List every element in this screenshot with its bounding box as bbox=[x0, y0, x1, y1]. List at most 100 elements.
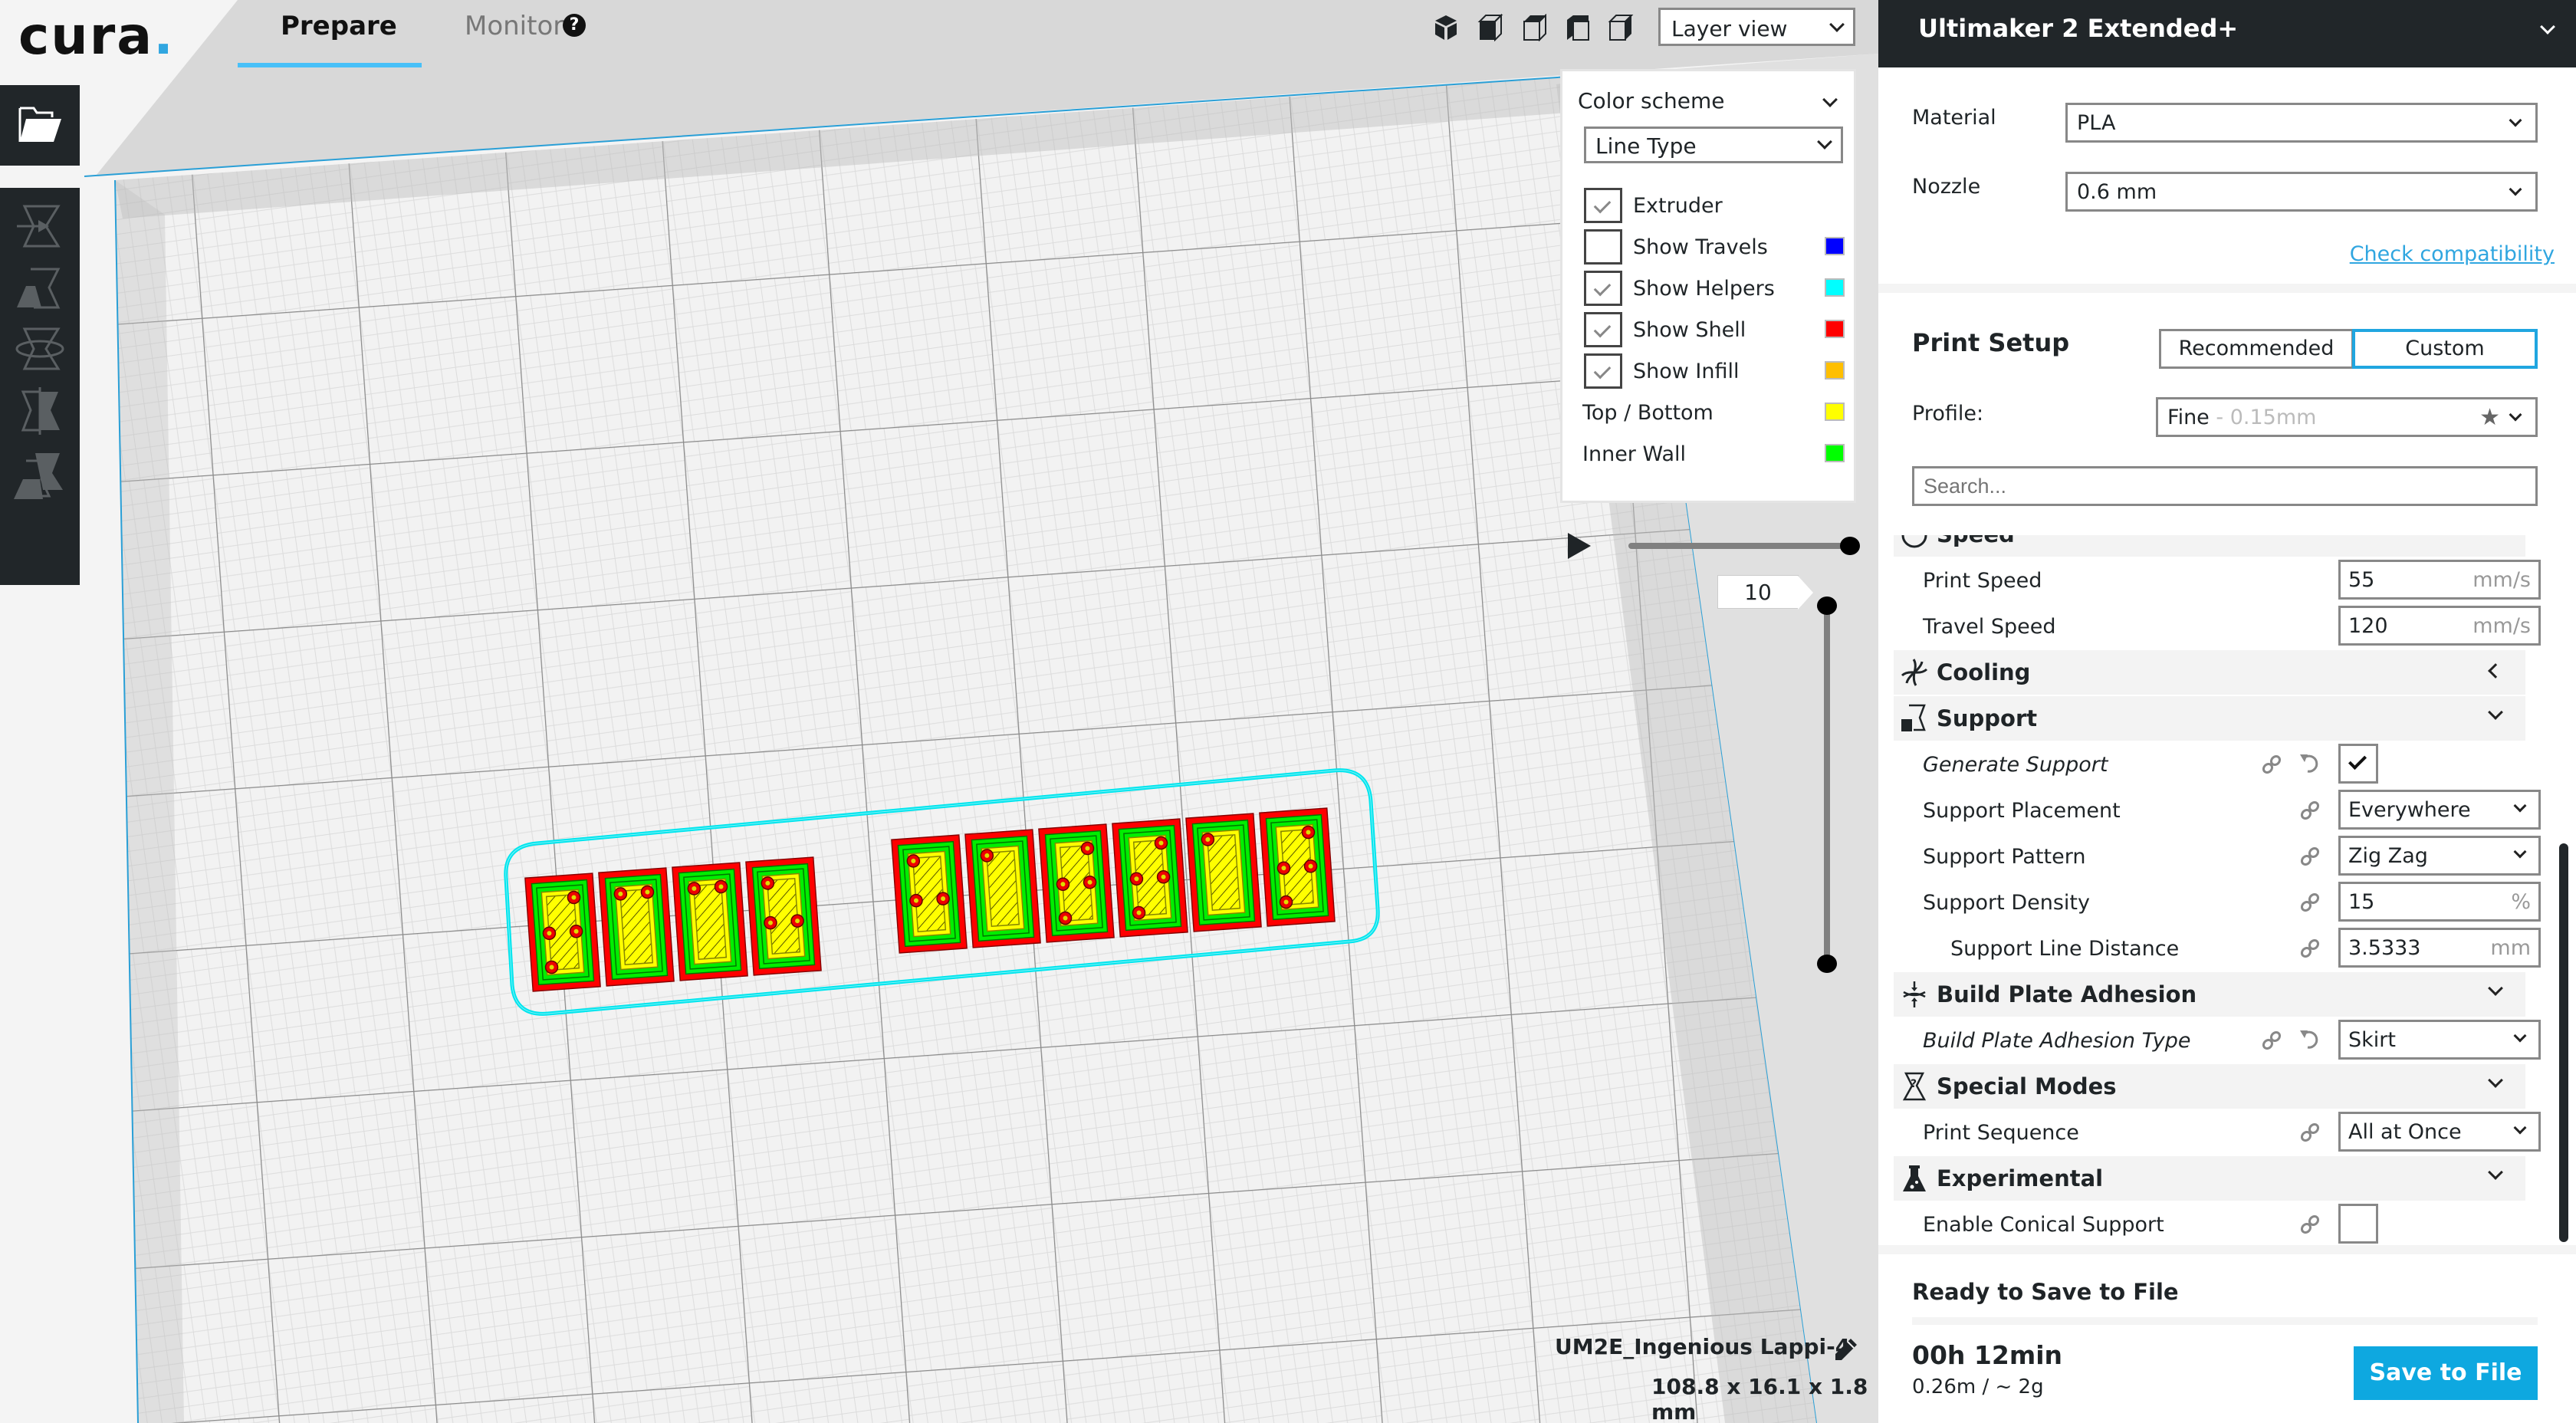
path-slider-handle[interactable] bbox=[1840, 537, 1860, 555]
setting-travel-speed: Travel Speed 120 mm/s bbox=[1894, 604, 2541, 649]
generate-support-checkbox[interactable] bbox=[2338, 744, 2378, 784]
layer-view-legend: Color scheme Line Type Extruder Show Trav… bbox=[1560, 69, 1856, 503]
category-support[interactable]: Support bbox=[1894, 696, 2525, 741]
chevron-down-icon bbox=[2513, 799, 2527, 813]
legend-item-extruder[interactable]: Extruder bbox=[1584, 186, 1845, 225]
settings-list: Speed Print Speed 55mm/s Travel Speed 12… bbox=[1878, 535, 2576, 1244]
layer-slider-lower-handle[interactable] bbox=[1817, 955, 1837, 973]
current-layer-input[interactable]: 10 bbox=[1717, 575, 1813, 610]
travel-speed-input[interactable]: 120 mm/s bbox=[2338, 606, 2541, 646]
collapse-legend-chevron-icon[interactable] bbox=[1822, 92, 1838, 107]
printer-selector[interactable]: Ultimaker 2 Extended+ bbox=[1878, 0, 2576, 67]
show-travels-checkbox[interactable] bbox=[1584, 229, 1622, 265]
link-icon[interactable] bbox=[2298, 1213, 2321, 1236]
printed-part bbox=[1185, 813, 1262, 932]
divider bbox=[1912, 1317, 2538, 1325]
3d-view-icon[interactable] bbox=[1432, 14, 1460, 41]
mirror-tool-icon[interactable] bbox=[12, 384, 67, 439]
support-density-input[interactable]: 15% bbox=[2338, 882, 2541, 922]
category-experimental[interactable]: Experimental bbox=[1894, 1156, 2525, 1201]
show-helpers-checkbox[interactable] bbox=[1584, 271, 1622, 306]
divider bbox=[1878, 1245, 2576, 1254]
edit-pencil-icon[interactable] bbox=[1832, 1337, 1858, 1363]
material-dropdown[interactable]: PLA bbox=[2065, 103, 2538, 143]
speed-icon bbox=[1901, 535, 1927, 548]
category-special-modes[interactable]: ? Special Modes bbox=[1894, 1064, 2525, 1109]
layer-slider-upper-handle[interactable] bbox=[1817, 596, 1837, 615]
check-compatibility-link[interactable]: Check compatibility bbox=[2350, 242, 2555, 266]
recommended-mode-button[interactable]: Recommended bbox=[2159, 329, 2354, 369]
print-sequence-dropdown[interactable]: All at Once bbox=[2338, 1112, 2541, 1152]
chevron-left-icon bbox=[2488, 663, 2503, 679]
custom-mode-button[interactable]: Custom bbox=[2352, 329, 2538, 369]
per-model-settings-icon[interactable] bbox=[12, 449, 67, 504]
scale-tool-icon[interactable] bbox=[12, 263, 67, 318]
show-shell-checkbox[interactable] bbox=[1584, 312, 1622, 347]
top-view-icon[interactable] bbox=[1521, 14, 1549, 41]
help-icon[interactable]: ? bbox=[563, 14, 586, 37]
support-pattern-dropdown[interactable]: Zig Zag bbox=[2338, 836, 2541, 876]
color-swatch bbox=[1825, 237, 1845, 255]
front-view-icon[interactable] bbox=[1477, 14, 1504, 41]
link-icon[interactable] bbox=[2298, 1121, 2321, 1144]
chevron-down-icon bbox=[1829, 17, 1845, 32]
layer-slider-track[interactable] bbox=[1824, 606, 1830, 966]
print-speed-input[interactable]: 55 mm/s bbox=[2338, 560, 2541, 600]
3d-viewport[interactable]: cura. Prepare Monitor ? Layer view Color… bbox=[0, 0, 1878, 1423]
adhesion-type-dropdown[interactable]: Skirt bbox=[2338, 1020, 2541, 1060]
chevron-down-icon bbox=[2488, 1073, 2503, 1088]
reset-icon[interactable] bbox=[2298, 751, 2321, 774]
link-icon[interactable] bbox=[2298, 799, 2321, 822]
reset-icon[interactable] bbox=[2298, 1027, 2321, 1050]
check-icon bbox=[1593, 361, 1612, 380]
link-icon[interactable] bbox=[2298, 845, 2321, 868]
link-icon[interactable] bbox=[2298, 937, 2321, 960]
settings-search-input[interactable] bbox=[1912, 466, 2538, 506]
setting-generate-support: Generate Support bbox=[1894, 742, 2525, 787]
link-icon[interactable] bbox=[2260, 753, 2283, 776]
nozzle-dropdown[interactable]: 0.6 mm bbox=[2065, 172, 2538, 212]
printed-part bbox=[745, 856, 822, 976]
view-mode-dropdown[interactable]: Layer view bbox=[1658, 8, 1855, 46]
conical-support-checkbox[interactable] bbox=[2338, 1204, 2378, 1244]
profile-dropdown[interactable]: Fine - 0.15mm ★ bbox=[2156, 397, 2538, 437]
setting-support-line-distance: Support Line Distance 3.5333 mm bbox=[1894, 926, 2541, 971]
category-cooling[interactable]: Cooling bbox=[1894, 650, 2525, 695]
legend-item-show-infill[interactable]: Show Infill bbox=[1584, 352, 1845, 390]
link-icon[interactable] bbox=[2298, 891, 2321, 914]
chevron-down-icon bbox=[2513, 1121, 2527, 1135]
play-layers-button[interactable] bbox=[1568, 533, 1591, 559]
legend-label: Inner Wall bbox=[1582, 442, 1686, 466]
extruder-checkbox[interactable] bbox=[1584, 188, 1622, 223]
support-placement-dropdown[interactable]: Everywhere bbox=[2338, 790, 2541, 830]
cura-logo: cura. bbox=[18, 6, 175, 67]
tab-monitor[interactable]: Monitor bbox=[465, 11, 564, 41]
category-build-plate-adhesion[interactable]: Build Plate Adhesion bbox=[1894, 972, 2525, 1017]
setting-enable-conical-support: Enable Conical Support bbox=[1894, 1202, 2525, 1244]
printed-part bbox=[1112, 818, 1188, 938]
legend-item-show-travels[interactable]: Show Travels bbox=[1584, 228, 1845, 266]
category-speed[interactable]: Speed bbox=[1894, 535, 2525, 557]
flask-icon bbox=[1903, 1165, 1926, 1191]
path-slider-track[interactable] bbox=[1628, 543, 1851, 549]
open-file-button[interactable] bbox=[0, 85, 80, 166]
left-view-icon[interactable] bbox=[1564, 14, 1592, 41]
show-infill-checkbox[interactable] bbox=[1584, 353, 1622, 389]
legend-label: Extruder bbox=[1633, 194, 1723, 218]
legend-item-show-helpers[interactable]: Show Helpers bbox=[1584, 269, 1845, 307]
setting-support-placement: Support Placement Everywhere bbox=[1894, 788, 2541, 833]
right-view-icon[interactable] bbox=[1607, 14, 1635, 41]
rotate-tool-icon[interactable] bbox=[12, 323, 67, 378]
legend-item-show-shell[interactable]: Show Shell bbox=[1584, 311, 1845, 349]
color-swatch bbox=[1825, 278, 1845, 297]
save-to-file-button[interactable]: Save to File bbox=[2354, 1346, 2538, 1400]
chevron-down-icon bbox=[2509, 408, 2522, 422]
settings-scrollbar[interactable] bbox=[2559, 843, 2568, 1242]
link-icon[interactable] bbox=[2260, 1029, 2283, 1052]
support-line-distance-input[interactable]: 3.5333 mm bbox=[2338, 928, 2541, 968]
color-scheme-value: Line Type bbox=[1595, 133, 1697, 159]
color-swatch bbox=[1825, 320, 1845, 338]
move-tool-icon[interactable] bbox=[12, 200, 67, 255]
tab-prepare[interactable]: Prepare bbox=[281, 11, 397, 41]
color-scheme-dropdown[interactable]: Line Type bbox=[1584, 127, 1843, 163]
